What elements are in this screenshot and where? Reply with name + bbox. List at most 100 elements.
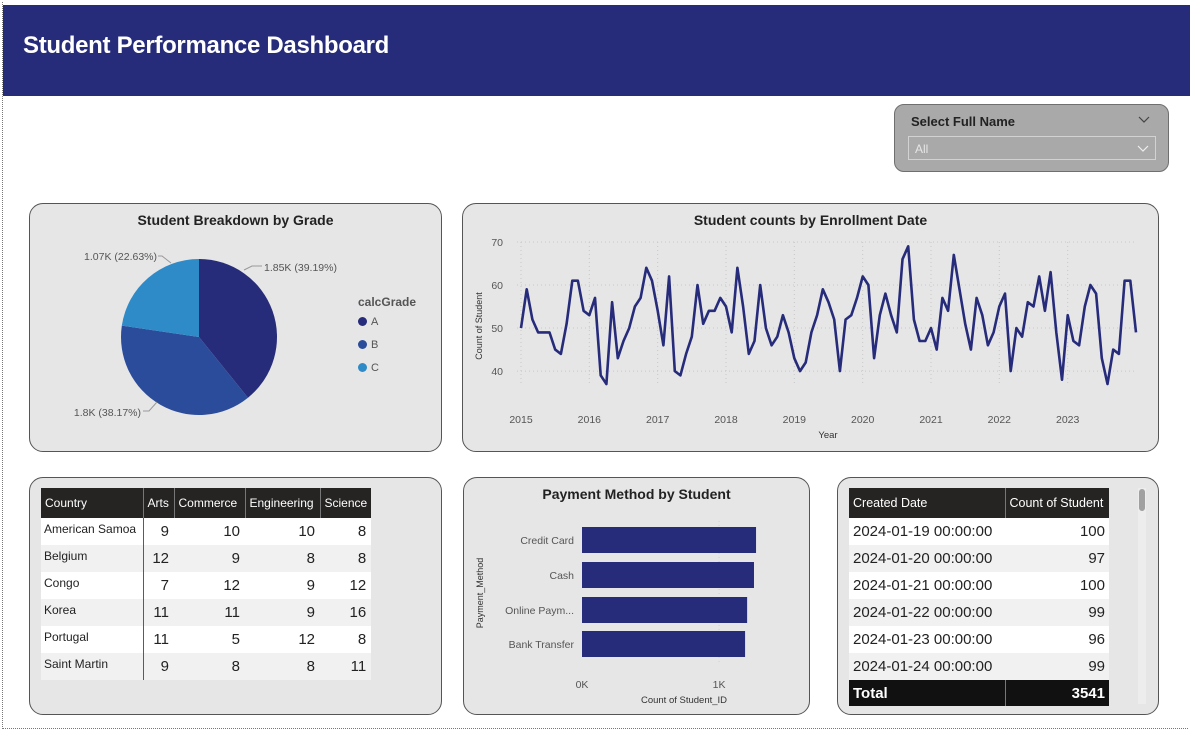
table-row[interactable]: American Samoa 9 10 10 8 (41, 518, 372, 545)
total-label: Total (849, 680, 1006, 706)
bar-chart: Credit Card Cash Online Paym... Bank Transf… (475, 521, 757, 706)
legend-item-c[interactable]: C (358, 362, 379, 374)
value-cell: 10 (174, 518, 245, 545)
y-axis-title: Count of Student (474, 292, 484, 360)
legend-dot-icon (358, 340, 367, 349)
table-row[interactable]: Saint Martin 9 8 8 11 (41, 653, 372, 680)
dashboard-page: Student Performance Dashboard Select Ful… (0, 0, 1190, 732)
country-cell: Belgium (41, 545, 144, 572)
enrollment-series-line[interactable] (519, 244, 1138, 386)
value-cell: 12 (143, 545, 174, 572)
x-tick-label: 0K (576, 679, 589, 691)
x-tick-label: 2017 (646, 414, 670, 426)
col-header-count[interactable]: Count of Student (1005, 488, 1109, 518)
date-cell: 2024-01-20 00:00:00 (849, 545, 1005, 572)
pie-data-label: 1.07K (22.63%) (84, 251, 157, 263)
full-name-slicer[interactable]: Select Full Name All (894, 104, 1169, 172)
table-row[interactable]: Portugal 11 5 12 8 (41, 626, 372, 653)
legend-dot-icon (358, 363, 367, 372)
col-header-engineering[interactable]: Engineering (245, 488, 321, 518)
slicer-dropdown[interactable]: All (908, 136, 1156, 160)
chevron-down-icon[interactable] (1138, 113, 1150, 125)
table-row[interactable]: 2024-01-19 00:00:00 100 (849, 518, 1109, 545)
table-row[interactable]: 2024-01-22 00:00:00 99 (849, 599, 1109, 626)
legend-label: C (371, 362, 379, 374)
date-cell: 2024-01-21 00:00:00 (849, 572, 1005, 599)
bar-3[interactable] (582, 631, 746, 657)
table-row[interactable]: 2024-01-21 00:00:00 100 (849, 572, 1109, 599)
value-cell: 8 (320, 626, 372, 653)
page-title: Student Performance Dashboard (23, 32, 390, 59)
count-cell: 96 (1005, 626, 1109, 653)
date-cell: 2024-01-24 00:00:00 (849, 653, 1005, 680)
table-row[interactable]: 2024-01-23 00:00:00 96 (849, 626, 1109, 653)
value-cell: 10 (245, 518, 320, 545)
value-cell: 11 (143, 626, 174, 653)
value-cell: 9 (174, 545, 245, 572)
col-header-created-date[interactable]: Created Date (849, 488, 1006, 518)
table-scrollbar[interactable] (1138, 488, 1146, 704)
col-header-country[interactable]: Country (41, 488, 144, 518)
table-row[interactable]: Korea 11 11 9 16 (41, 599, 372, 626)
col-header-science[interactable]: Science (320, 488, 372, 518)
value-cell: 11 (174, 599, 245, 626)
country-cell: Congo (41, 572, 144, 599)
count-cell: 99 (1005, 653, 1109, 680)
y-tick-label: 60 (491, 280, 503, 292)
legend-item-b[interactable]: B (358, 339, 378, 351)
country-cell: Korea (41, 599, 144, 626)
country-matrix-panel: Country Arts Commerce Engineering Scienc… (29, 477, 442, 715)
count-cell: 100 (1005, 572, 1109, 599)
value-cell: 5 (174, 626, 245, 653)
value-cell: 12 (245, 626, 320, 653)
value-cell: 12 (320, 572, 372, 599)
header-bar: Student Performance Dashboard (3, 5, 1190, 96)
total-value: 3541 (1005, 680, 1109, 706)
col-header-commerce[interactable]: Commerce (174, 488, 246, 518)
bar-category-label: Credit Card (520, 535, 574, 547)
count-cell: 100 (1005, 518, 1109, 545)
value-cell: 8 (245, 653, 320, 680)
x-tick-label: 1K (713, 679, 726, 691)
bar-1[interactable] (582, 562, 754, 588)
date-cell: 2024-01-23 00:00:00 (849, 626, 1005, 653)
grade-pie-panel: Student Breakdown by Grade 1.85K (39.19%… (29, 203, 442, 452)
scrollbar-thumb[interactable] (1139, 489, 1145, 511)
table-row[interactable]: 2024-01-20 00:00:00 97 (849, 545, 1109, 572)
slicer-title: Select Full Name (911, 114, 1016, 129)
table-row[interactable]: Belgium 12 9 8 8 (41, 545, 372, 572)
bar-category-label: Online Paym... (505, 605, 574, 617)
value-cell: 12 (174, 572, 245, 599)
date-header-row: Created Date Count of Student (849, 488, 1109, 518)
y-tick-label: 40 (491, 366, 503, 378)
chevron-down-icon[interactable] (1137, 142, 1149, 154)
x-tick-label: 2016 (578, 414, 602, 426)
table-row[interactable]: Congo 7 12 9 12 (41, 572, 372, 599)
value-cell: 9 (143, 518, 174, 545)
x-tick-label: 2019 (783, 414, 807, 426)
bar-2[interactable] (582, 597, 748, 623)
x-tick-label: 2022 (988, 414, 1012, 426)
table-row[interactable]: 2024-01-24 00:00:00 99 (849, 653, 1109, 680)
bar-0[interactable] (582, 527, 757, 553)
legend-dot-icon (358, 317, 367, 326)
col-header-arts[interactable]: Arts (143, 488, 175, 518)
x-tick-label: 2018 (714, 414, 738, 426)
value-cell: 11 (320, 653, 372, 680)
payment-bar-panel: Payment Method by Student Credit Card Cas… (463, 477, 810, 715)
value-cell: 11 (143, 599, 174, 626)
matrix-header-row: Country Arts Commerce Engineering Scienc… (41, 488, 372, 518)
x-axis-title: Year (818, 430, 837, 441)
x-axis-title: Count of Student_ID (641, 695, 727, 706)
x-tick-label: 2023 (1056, 414, 1080, 426)
x-tick-label: 2020 (851, 414, 875, 426)
pie-legend-title: calcGrade (358, 295, 417, 309)
total-row: Total 3541 (849, 680, 1109, 706)
value-cell: 8 (245, 545, 320, 572)
pie-slice-c[interactable] (121, 259, 199, 337)
legend-item-a[interactable]: A (358, 316, 378, 328)
legend-label: B (371, 339, 379, 351)
pie-leader-line (143, 401, 158, 412)
count-cell: 97 (1005, 545, 1109, 572)
y-tick-label: 50 (491, 323, 503, 335)
